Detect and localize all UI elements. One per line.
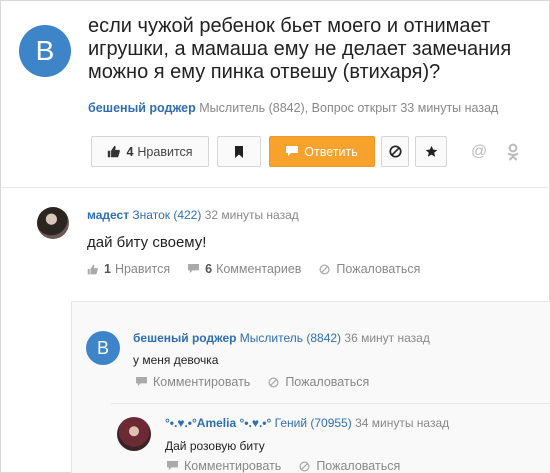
answer-author-rank: Знаток (422) <box>132 208 202 222</box>
comment-text: Дай розовую биту <box>165 439 265 453</box>
comment-reply-label: Комментировать <box>184 459 282 473</box>
comment-actions: Комментировать Пожаловаться <box>167 459 418 473</box>
comment-icon <box>167 461 178 471</box>
star-icon <box>425 145 437 157</box>
comment-reply-link[interactable]: Комментировать <box>167 459 281 473</box>
answer-author-avatar[interactable] <box>37 207 69 239</box>
comment-icon <box>188 264 200 274</box>
question-author-link[interactable]: бешеный роджер <box>88 101 196 115</box>
comment-reply-label: Комментировать <box>153 375 251 389</box>
like-count: 4 <box>126 144 134 159</box>
like-label: Нравится <box>137 144 193 159</box>
block-icon <box>388 145 402 158</box>
answer-like-count: 1 <box>104 262 111 276</box>
answer-like-label: Нравится <box>114 262 171 276</box>
comment-author-rank: Мыслитель (8842) <box>239 331 342 345</box>
comment-text: у меня девочка <box>133 353 219 367</box>
comment-meta: бешеный роджер Мыслитель (8842) 36 минут… <box>133 331 430 345</box>
report-icon <box>299 460 310 472</box>
bookmark-icon <box>235 145 243 158</box>
bookmark-button[interactable] <box>217 136 261 167</box>
question-time: , Вопрос открыт 33 минуты назад <box>304 101 499 115</box>
odnoklassniki-icon[interactable] <box>506 143 520 161</box>
answer-comments-label: Комментариев <box>216 262 302 276</box>
favorite-button[interactable] <box>415 136 447 167</box>
comment-author-avatar[interactable]: B <box>86 331 120 365</box>
comment-meta: °•.♥.•°Amelia °•.♥.•° Гений (70955) 34 м… <box>165 416 449 430</box>
question-meta: бешеный роджер Мыслитель (8842), Вопрос … <box>88 101 498 115</box>
answer-like-button[interactable]: 1 Нравится <box>87 262 170 276</box>
answer-comments-count: 6 <box>205 262 213 276</box>
at-icon[interactable]: @ <box>471 143 487 161</box>
answer-actions: 1 Нравится 6 Комментариев Пожаловаться <box>87 262 438 276</box>
question-author-avatar[interactable]: B <box>19 25 71 77</box>
comment-time: 34 минуты назад <box>355 416 450 430</box>
question-author-rank: Мыслитель (8842) <box>199 101 305 115</box>
report-icon <box>268 376 279 388</box>
thumbs-up-icon <box>87 264 98 274</box>
comment-report-label: Пожаловаться <box>285 375 370 389</box>
answer-time: 32 минуты назад <box>204 208 299 222</box>
comment-time: 36 минут назад <box>344 331 430 345</box>
answer-label: Ответить <box>304 144 358 159</box>
comment-author-link[interactable]: бешеный роджер <box>133 331 236 345</box>
answer-comments-link[interactable]: 6 Комментариев <box>188 262 301 276</box>
section-divider <box>1 187 550 188</box>
comment-icon <box>136 377 147 387</box>
answer-report-link[interactable]: Пожаловаться <box>319 262 420 276</box>
answer-text: дай биту своему! <box>87 234 207 251</box>
question-title: если чужой ребенок бьет моего и отнимает… <box>88 15 512 83</box>
comment-report-link[interactable]: Пожаловаться <box>299 459 400 473</box>
comment-author-link[interactable]: °•.♥.•°Amelia °•.♥.•° <box>165 416 271 430</box>
answer-author-link[interactable]: мадест <box>87 208 129 222</box>
comment-reply-link[interactable]: Комментировать <box>136 375 250 389</box>
comment-divider <box>111 403 550 404</box>
thumbs-up-icon <box>108 145 121 158</box>
report-icon <box>319 263 330 275</box>
answer-report-label: Пожаловаться <box>336 262 421 276</box>
comment-author-avatar[interactable] <box>117 417 151 451</box>
block-button[interactable] <box>381 136 409 167</box>
comment-icon <box>286 146 299 156</box>
comment-report-label: Пожаловаться <box>316 459 401 473</box>
comment-actions: Комментировать Пожаловаться <box>136 375 387 389</box>
answer-button[interactable]: Ответить <box>269 136 375 167</box>
comment-author-rank: Гений (70955) <box>274 416 352 430</box>
answer-meta: мадест Знаток (422) 32 минуты назад <box>87 208 299 222</box>
comment-report-link[interactable]: Пожаловаться <box>268 375 369 389</box>
like-button[interactable]: 4 Нравится <box>91 136 209 167</box>
